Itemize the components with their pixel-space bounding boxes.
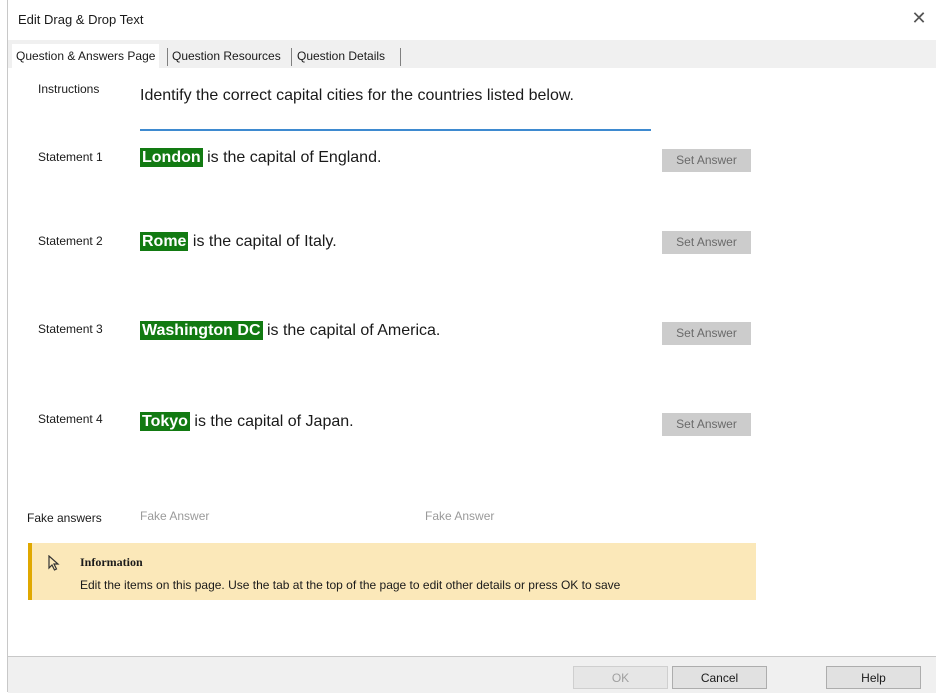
statement-3-label: Statement 3	[38, 322, 103, 336]
tab-divider	[400, 48, 401, 66]
set-answer-button-4[interactable]: Set Answer	[662, 413, 751, 436]
statement-4-label: Statement 4	[38, 412, 103, 426]
statement-remainder: is the capital of Italy.	[188, 233, 337, 250]
statement-remainder: is the capital of Japan.	[189, 413, 354, 430]
tab-divider	[291, 48, 292, 66]
window-title: Edit Drag & Drop Text	[18, 12, 144, 27]
set-answer-button-2[interactable]: Set Answer	[662, 231, 751, 254]
statement-1-text[interactable]: London is the capital of England.	[140, 148, 382, 167]
statement-2-text[interactable]: Rome is the capital of Italy.	[140, 232, 337, 251]
instructions-underline	[140, 129, 651, 131]
fake-answer-input-1[interactable]: Fake Answer	[140, 509, 209, 523]
information-body: Edit the items on this page. Use the tab…	[80, 578, 621, 592]
question-answers-page: Instructions Identify the correct capita…	[8, 68, 936, 656]
answer-chip[interactable]: London	[140, 148, 203, 167]
answer-chip[interactable]: Rome	[140, 232, 189, 251]
statement-4-text[interactable]: Tokyo is the capital of Japan.	[140, 412, 354, 431]
answer-chip[interactable]: Tokyo	[140, 412, 190, 431]
tab-question-answers[interactable]: Question & Answers Page	[12, 44, 160, 68]
answer-chip[interactable]: Washington DC	[140, 321, 263, 340]
set-answer-button-1[interactable]: Set Answer	[662, 149, 751, 172]
cursor-icon	[46, 554, 62, 571]
information-box: Information Edit the items on this page.…	[28, 543, 756, 600]
information-title: Information	[80, 555, 143, 569]
title-bar: Edit Drag & Drop Text ✕	[8, 0, 936, 38]
instructions-input[interactable]: Identify the correct capital cities for …	[140, 87, 574, 105]
tab-question-details[interactable]: Question Details	[293, 44, 389, 68]
close-icon[interactable]: ✕	[906, 6, 932, 30]
instructions-label: Instructions	[38, 82, 100, 96]
tab-bar: Question & Answers Page Question Resourc…	[8, 40, 936, 69]
statement-3-text[interactable]: Washington DC is the capital of America.	[140, 321, 441, 340]
dialog-footer: OK Cancel Help	[8, 656, 936, 693]
window-left-edge	[0, 0, 8, 692]
cancel-button[interactable]: Cancel	[672, 666, 767, 689]
help-button[interactable]: Help	[826, 666, 921, 689]
ok-button[interactable]: OK	[573, 666, 668, 689]
fake-answers-label: Fake answers	[27, 511, 102, 525]
set-answer-button-3[interactable]: Set Answer	[662, 322, 751, 345]
statement-1-label: Statement 1	[38, 150, 103, 164]
statement-remainder: is the capital of America.	[262, 322, 441, 339]
fake-answer-input-2[interactable]: Fake Answer	[425, 509, 494, 523]
tab-question-resources[interactable]: Question Resources	[168, 44, 285, 68]
statement-2-label: Statement 2	[38, 234, 103, 248]
statement-remainder: is the capital of England.	[202, 149, 382, 166]
